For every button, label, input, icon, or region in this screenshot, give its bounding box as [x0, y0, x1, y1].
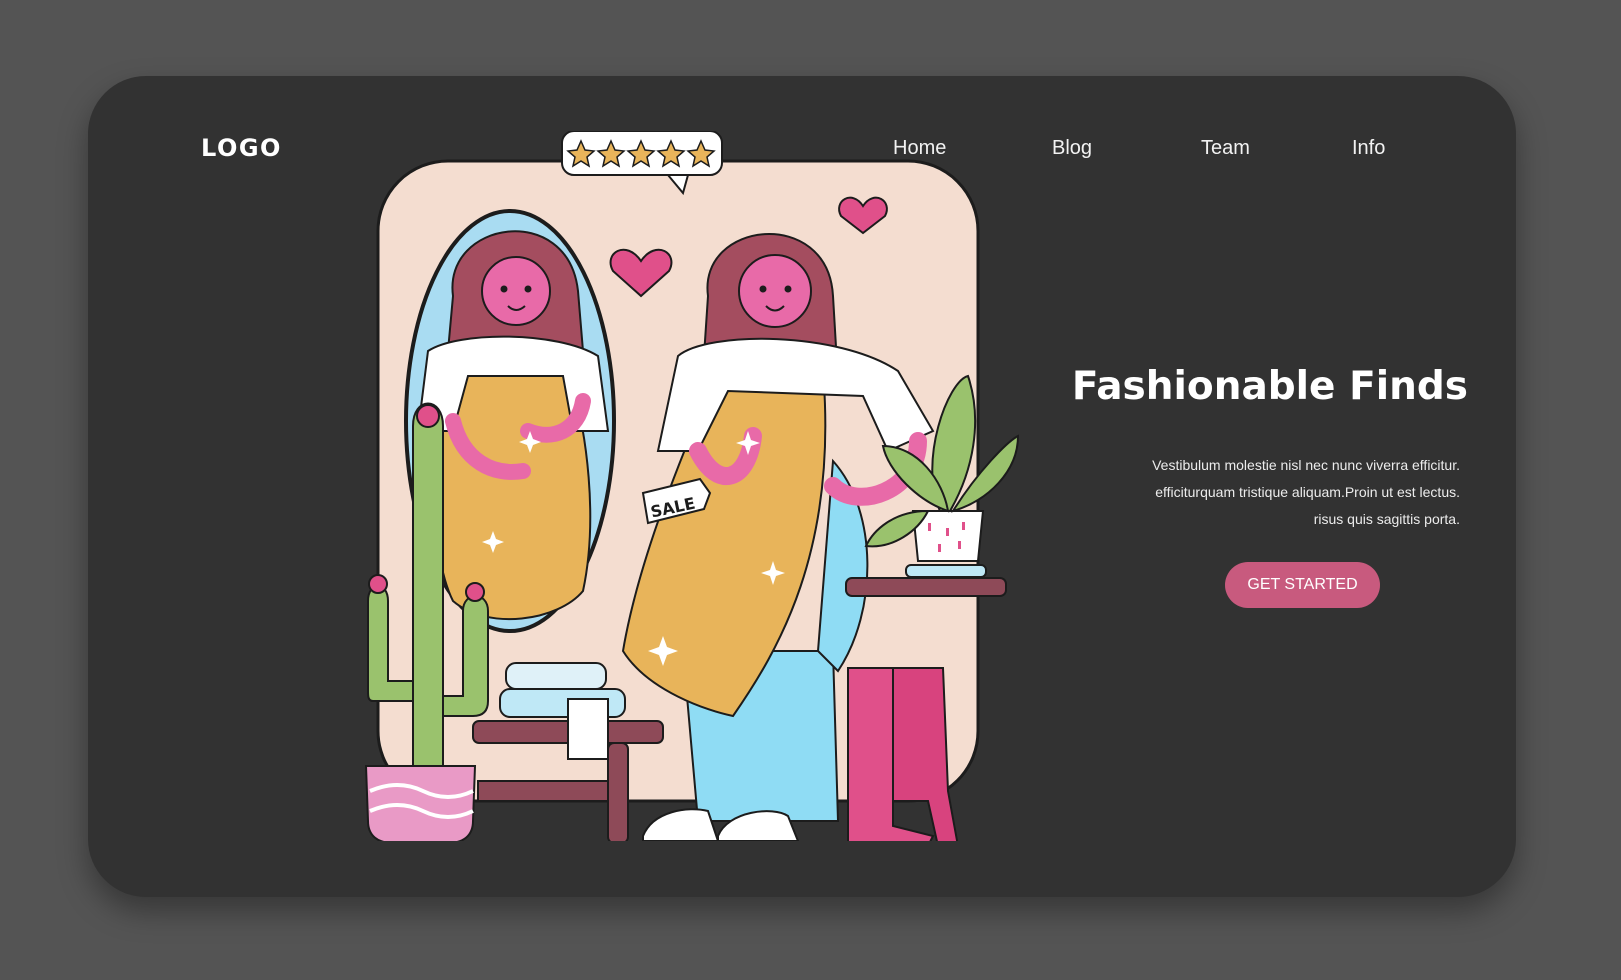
hero-title: Fashionable Finds	[1071, 364, 1468, 409]
landing-card: LOGO Home Blog Team Info SALE Fashionabl…	[88, 76, 1516, 897]
hero-description-line: Vestibulum molestie nisl nec nunc viverr…	[1152, 457, 1460, 473]
hero-description-line: efficiturquam tristique aliquam.Proin ut…	[1155, 484, 1460, 500]
hero-description-line: risus quis sagittis porta.	[1313, 511, 1460, 527]
boots-icon	[847, 667, 959, 841]
fashion-illustration: SALE	[364, 131, 1020, 841]
nav-blog[interactable]: Blog	[1052, 137, 1092, 160]
nav-team[interactable]: Team	[1201, 137, 1250, 160]
hero-description: Vestibulum molestie nisl nec nunc viverr…	[948, 452, 1460, 533]
nav-info[interactable]: Info	[1352, 137, 1385, 160]
pot-icon	[364, 765, 477, 841]
get-started-button[interactable]: GET STARTED	[1225, 562, 1380, 608]
